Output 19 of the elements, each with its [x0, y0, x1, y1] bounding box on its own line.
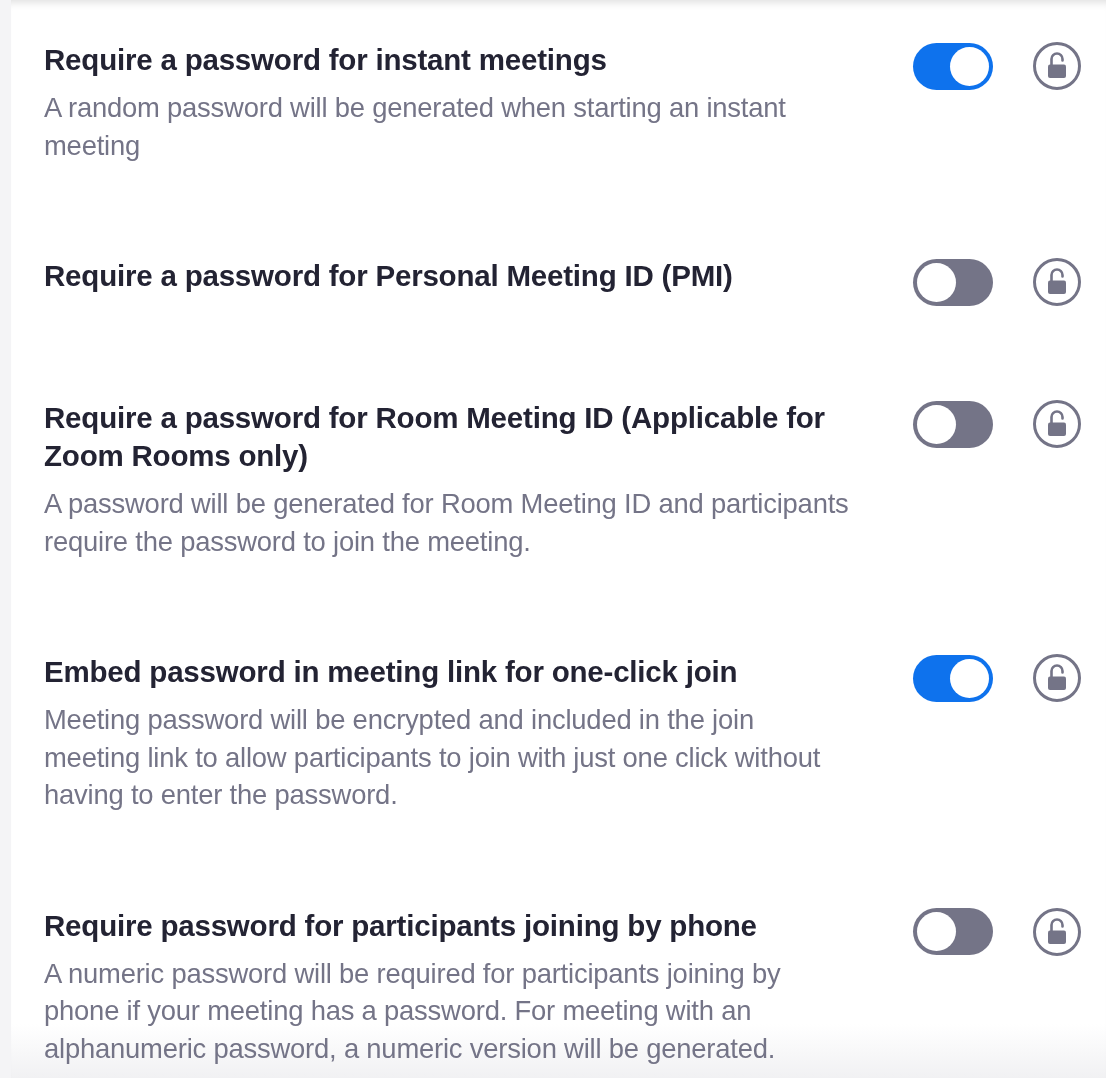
padlock-icon[interactable] — [1033, 400, 1081, 448]
padlock-icon[interactable] — [1033, 907, 1081, 956]
toggle-switch[interactable] — [913, 400, 993, 448]
toggle-switch[interactable] — [913, 654, 993, 702]
toggle-switch[interactable] — [913, 908, 993, 955]
setting-description: A numeric password will be required for participants joining by phone if your meeting has a password. For meeting with an alphanumeric password, a numeric version will be generated. — [44, 956, 782, 1066]
toggle-switch[interactable] — [913, 258, 993, 306]
setting-title: Embed password in meeting link for one-click join — [44, 654, 739, 690]
setting-title: Require a password for Personal Meeting ID (PMI) — [44, 258, 734, 294]
padlock-icon[interactable] — [1033, 654, 1081, 702]
setting-description: A password will be generated for Room Meeting ID and participants require the password to join the meeting. — [44, 487, 850, 559]
toggle-switch[interactable] — [913, 42, 993, 90]
setting-description: A random password will be generated when starting an instant meeting — [44, 91, 787, 163]
padlock-icon[interactable] — [1033, 42, 1081, 90]
padlock-icon[interactable] — [1033, 258, 1081, 306]
setting-title: Require password for participants joining by phone — [44, 907, 758, 944]
setting-title: Require a password for instant meetings — [44, 42, 608, 78]
setting-title: Require a password for Room Meeting ID (Applicable for Zoom Rooms only) — [44, 400, 826, 474]
setting-description: Meeting password will be encrypted and included in the join meeting link to allow participants to join with just one click without having to enter the password. — [44, 703, 822, 812]
